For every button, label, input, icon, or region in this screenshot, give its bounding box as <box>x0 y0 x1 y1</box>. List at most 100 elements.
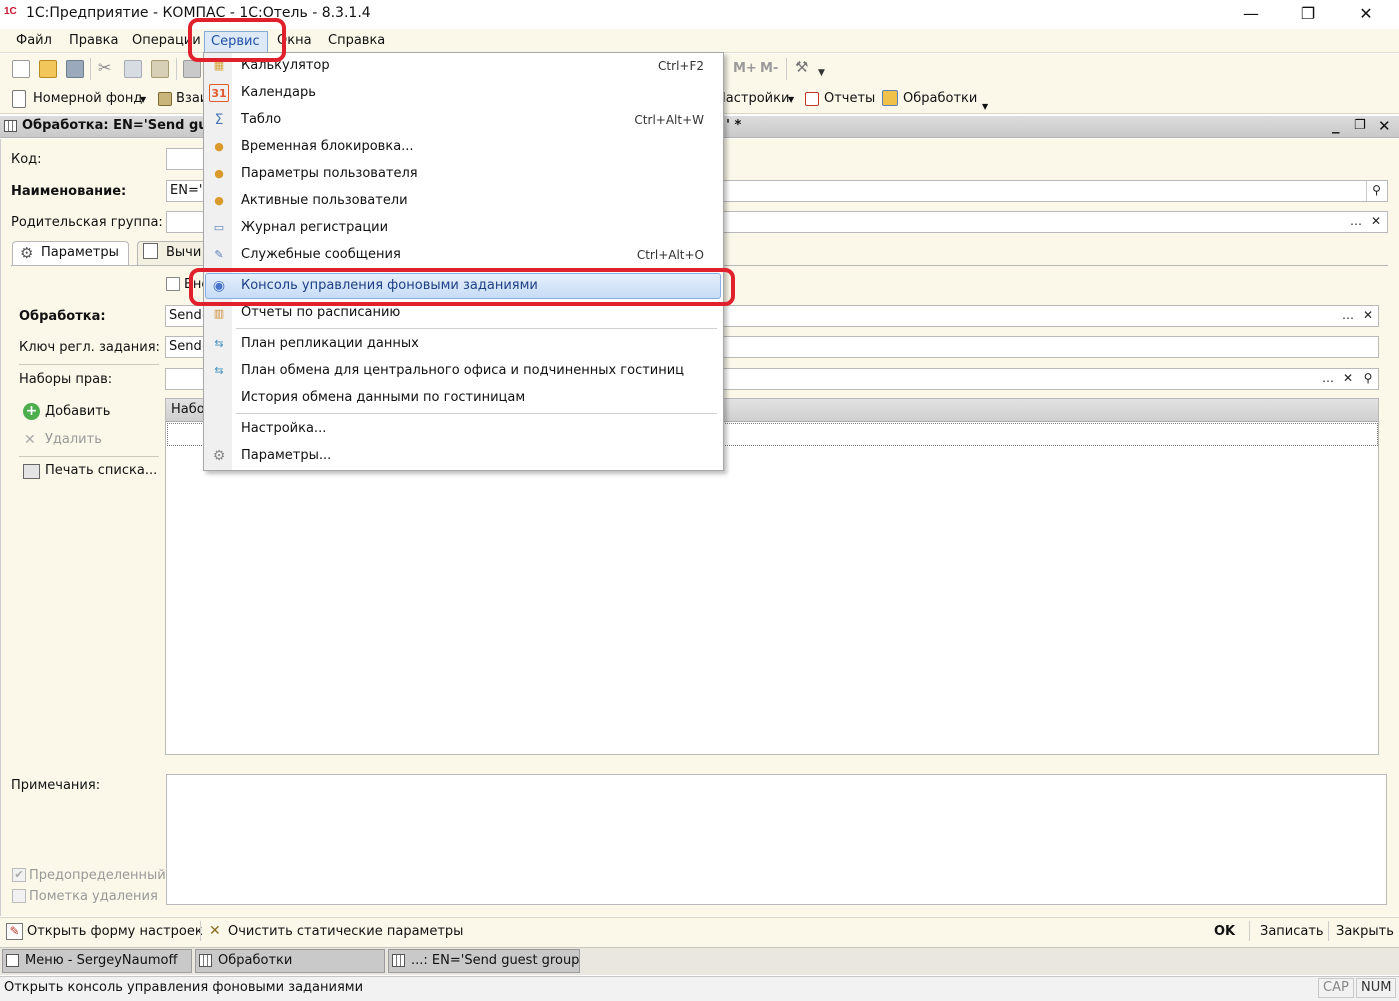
print-icon[interactable] <box>183 60 201 78</box>
predefined-label: Предопределенный <box>29 868 166 883</box>
status-message: Открыть консоль управления фоновыми зада… <box>4 980 364 995</box>
clear-icon[interactable]: ✕ <box>1338 369 1358 389</box>
maximize-button[interactable]: ❐ <box>1285 0 1331 28</box>
document-check-icon <box>143 243 158 259</box>
clear-icon[interactable]: ✕ <box>1366 212 1386 232</box>
delete-icon: ✕ <box>24 432 36 448</box>
clear-static-button[interactable]: Очистить статические параметры <box>228 924 463 939</box>
menu-item-parameters[interactable]: Параметры... <box>241 448 331 468</box>
search-icon[interactable]: ⚲ <box>1366 181 1386 201</box>
close-window-button[interactable]: ✕ <box>1343 0 1389 28</box>
chevron-down-icon[interactable]: ▼ <box>140 95 146 104</box>
menu-item-board[interactable]: Табло <box>241 112 281 132</box>
open-folder-icon[interactable] <box>39 60 57 78</box>
form-close-button[interactable]: ✕ <box>1378 117 1391 135</box>
wrench-icon[interactable]: ⚒ <box>795 58 808 76</box>
form-title-tail: ' * <box>726 118 742 133</box>
select-button[interactable]: … <box>1318 369 1338 389</box>
delete-button[interactable]: Удалить <box>45 432 102 447</box>
menu-item-service-messages[interactable]: Служебные сообщения <box>241 247 401 267</box>
user-lock-icon: ● <box>214 140 224 153</box>
divider <box>19 456 159 457</box>
menu-item-exchange-history[interactable]: История обмена данными по гостиницам <box>241 390 525 410</box>
gear-icon: ⚙ <box>20 244 34 262</box>
menu-item-active-users[interactable]: Активные пользователи <box>241 193 408 213</box>
chevron-down-icon[interactable]: ▼ <box>788 95 794 104</box>
print-list-button[interactable]: Печать списка... <box>45 463 157 478</box>
task-current-form[interactable]: ...: EN='Send guest group ... <box>388 949 580 973</box>
predefined-checkbox: ✔ <box>12 868 26 882</box>
toolbar-separator <box>176 58 177 80</box>
chevron-down-icon[interactable]: ▼ <box>818 68 825 78</box>
active-users-icon: ● <box>214 194 224 207</box>
replication-icon: ⇆ <box>214 337 224 350</box>
processings-button[interactable]: Обработки <box>903 91 977 106</box>
select-button[interactable]: … <box>1346 212 1366 232</box>
open-settings-button[interactable]: Открыть форму настроек <box>27 924 203 939</box>
close-button[interactable]: Закрыть <box>1336 924 1394 939</box>
add-icon: + <box>23 403 40 420</box>
toolbar-separator <box>1328 921 1329 941</box>
add-button[interactable]: Добавить <box>45 404 110 419</box>
settings-form-icon: ✎ <box>6 923 23 940</box>
paste-icon[interactable] <box>151 60 169 78</box>
messages-icon: ✎ <box>214 248 224 261</box>
divider <box>19 364 159 365</box>
ok-button[interactable]: OK <box>1214 924 1235 939</box>
wrench-icon: ⚙ <box>212 448 226 464</box>
save-icon[interactable] <box>66 60 84 78</box>
menu-help[interactable]: Справка <box>328 33 385 48</box>
task-processings[interactable]: Обработки <box>195 949 385 973</box>
toolbar-separator <box>1249 921 1250 941</box>
clear-icon[interactable]: ✕ <box>1358 306 1378 326</box>
select-button[interactable]: … <box>1338 306 1358 326</box>
calendar-icon: 31 <box>209 84 229 102</box>
menu-edit[interactable]: Правка <box>69 33 118 48</box>
settings-button[interactable]: Настройки <box>716 91 789 106</box>
reports-button[interactable]: Отчеты <box>824 91 875 106</box>
menu-item-scheduled-reports[interactable]: Отчеты по расписанию <box>241 305 400 325</box>
user-settings-icon: ● <box>214 167 224 180</box>
room-fund-icon <box>12 90 26 108</box>
deletion-mark-checkbox <box>12 889 26 903</box>
parent-group-label: Родительская группа: <box>11 215 163 230</box>
chevron-down-icon[interactable]: ▼ <box>982 102 988 111</box>
scheduled-reports-icon: ▥ <box>213 307 225 320</box>
notes-field[interactable] <box>166 774 1387 905</box>
minimize-button[interactable]: — <box>1228 0 1274 28</box>
copy-icon[interactable] <box>124 60 142 78</box>
log-icon: ▭ <box>213 221 225 234</box>
form-restore-button[interactable]: ❐ <box>1354 118 1366 133</box>
menu-item-calendar[interactable]: Календарь <box>241 85 316 105</box>
toolbar-separator <box>200 921 201 941</box>
menu-item-user-parameters[interactable]: Параметры пользователя <box>241 166 418 186</box>
form-title: Обработка: EN='Send gu <box>22 118 208 133</box>
external-checkbox[interactable] <box>166 277 180 291</box>
menu-separator <box>236 328 717 329</box>
shortcut-service-messages: Ctrl+Alt+O <box>636 248 704 262</box>
menu-item-event-log[interactable]: Журнал регистрации <box>241 220 388 240</box>
memory-plus-button[interactable]: M+ <box>733 61 757 76</box>
processings-icon <box>882 90 898 106</box>
memory-minus-button[interactable]: M- <box>760 61 778 76</box>
form-minimize-button[interactable]: _ <box>1332 116 1340 134</box>
new-document-icon[interactable] <box>12 60 30 78</box>
clear-icon: ✕ <box>209 923 221 939</box>
name-label: Наименование: <box>11 184 127 199</box>
menu-item-exchange-plan[interactable]: План обмена для центрального офиса и под… <box>241 363 684 383</box>
code-field[interactable] <box>166 148 206 170</box>
search-icon[interactable]: ⚲ <box>1358 369 1378 389</box>
cut-icon[interactable]: ✂ <box>98 58 111 77</box>
save-button[interactable]: Записать <box>1260 924 1324 939</box>
menu-item-replication-plan[interactable]: План репликации данных <box>241 336 419 356</box>
num-indicator: NUM <box>1356 978 1397 998</box>
menu-item-temporary-lock[interactable]: Временная блокировка... <box>241 139 414 159</box>
task-menu[interactable]: Меню - SergeyNaumoff <box>2 949 192 973</box>
form-icon <box>4 120 17 132</box>
menu-item-setup[interactable]: Настройка... <box>241 421 326 441</box>
annotation-highlight-console <box>189 268 735 306</box>
table-header-cell[interactable]: Набо <box>171 402 205 417</box>
menu-file[interactable]: Файл <box>16 33 52 48</box>
room-fund-button[interactable]: Номерной фонд <box>33 91 142 106</box>
calculator-icon <box>158 92 172 106</box>
